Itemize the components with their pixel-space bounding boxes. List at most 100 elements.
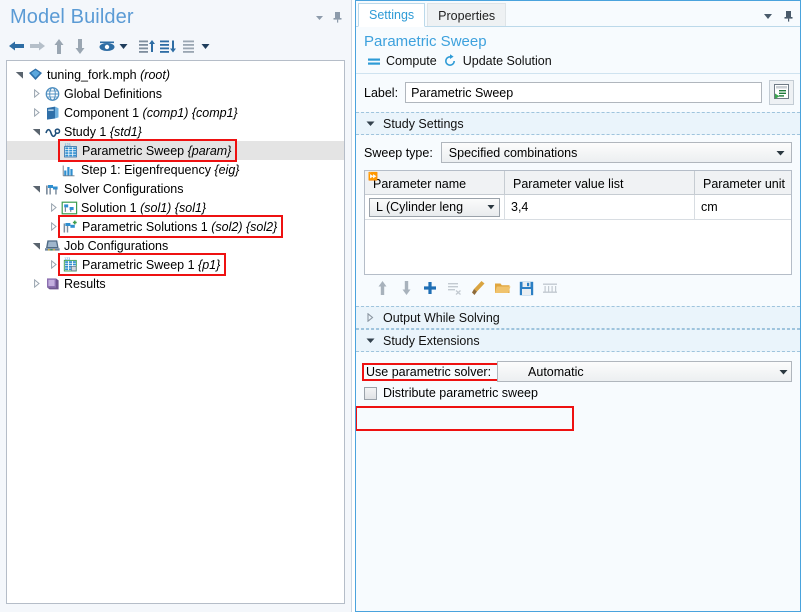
tab-properties[interactable]: Properties	[427, 3, 507, 27]
table-row[interactable]: L (Cylinder leng 3,4 cm	[365, 195, 791, 220]
chevron-right-icon[interactable]	[47, 198, 60, 217]
chevron-down-icon[interactable]	[30, 179, 43, 198]
expand-all-icon[interactable]	[157, 36, 178, 56]
chevron-right-icon[interactable]	[30, 274, 43, 293]
clear-table-icon[interactable]	[468, 279, 488, 297]
chevron-right-icon[interactable]	[30, 103, 43, 122]
section-header-study-settings[interactable]: Study Settings	[356, 112, 800, 135]
collapse-menu-icon[interactable]	[312, 10, 327, 25]
chevron-right-icon[interactable]	[47, 255, 60, 274]
tree-item-tag: (sol1) {sol1}	[136, 200, 207, 215]
description-icon	[773, 83, 790, 103]
label-input[interactable]: Parametric Sweep	[405, 82, 762, 103]
tree-item-content: Global Definitions	[43, 85, 162, 102]
tree-item-solution1[interactable]: Solution 1 (sol1) {sol1}	[7, 198, 344, 217]
tree-item-solverconf[interactable]: Solver Configurations	[7, 179, 344, 198]
tree-item-tag: (sol2) {sol2}	[207, 219, 278, 234]
cell-parameter-unit[interactable]: cm	[695, 195, 791, 219]
description-button[interactable]	[769, 80, 794, 105]
collapse-all-icon[interactable]	[136, 36, 157, 56]
save-to-file-icon[interactable]	[516, 279, 536, 297]
label-input-value: Parametric Sweep	[411, 85, 514, 100]
label-field-caption: Label:	[364, 85, 399, 100]
show-eye-icon[interactable]	[96, 36, 117, 56]
back-arrow-icon[interactable]	[6, 36, 27, 56]
model-tree-container[interactable]: tuning_fork.mph (root) Global Definitions…	[6, 60, 345, 604]
tree-item-content: Results	[43, 275, 106, 292]
tree-item-component1[interactable]: Component 1 (comp1) {comp1}	[7, 103, 344, 122]
tree-item-tag: (root)	[136, 67, 170, 82]
tree-item-paramsweep[interactable]: 123 Parametric Sweep {param}	[7, 139, 344, 162]
parametric-solver-red-highlight	[356, 406, 574, 431]
settings-body: Parametric Sweep Compute Update Solution…	[356, 27, 800, 611]
parameter-name-select[interactable]: L (Cylinder leng	[369, 197, 500, 217]
up-arrow-icon[interactable]	[48, 36, 69, 56]
parametric-solver-select[interactable]: Automatic	[497, 361, 792, 382]
range-icon[interactable]	[540, 279, 560, 297]
move-down-icon[interactable]	[396, 279, 416, 297]
column-header-parameter-value-list[interactable]: Parameter value list	[505, 171, 695, 194]
section-header-study-extensions[interactable]: Study Extensions	[356, 329, 800, 352]
node-list-icon[interactable]	[178, 36, 199, 56]
column-header-parameter-unit[interactable]: Parameter unit	[695, 171, 791, 194]
tab-settings[interactable]: Settings	[358, 3, 426, 27]
cell-parameter-name[interactable]: L (Cylinder leng	[365, 195, 505, 219]
tree-item-step1[interactable]: Step 1: Eigenfrequency {eig}	[7, 160, 344, 179]
tree-item-label: Parametric Solutions 1 (sol2) {sol2}	[82, 219, 278, 234]
compute-label: Compute	[386, 53, 437, 68]
distribute-sweep-row[interactable]: Distribute parametric sweep	[356, 382, 800, 400]
pin-icon[interactable]	[330, 10, 345, 25]
update-solution-label: Update Solution	[462, 53, 552, 68]
model-builder-panel: Model Builder tuning_fork.mph (root) Glo…	[0, 0, 352, 612]
sweep-type-select[interactable]: Specified combinations	[440, 142, 792, 163]
delete-row-icon[interactable]	[444, 279, 464, 297]
chevron-right-icon[interactable]	[30, 84, 43, 103]
tree-item-study1[interactable]: Study 1 {std1}	[7, 122, 344, 141]
compute-button[interactable]: Compute	[366, 53, 437, 68]
parameter-table-toolbar	[364, 275, 792, 300]
parametric-solver-highlight: Use parametric solver:	[361, 362, 500, 381]
settings-menu-caret-icon[interactable]	[760, 5, 776, 27]
tree-item-root[interactable]: tuning_fork.mph (root)	[7, 65, 344, 84]
chevron-down-icon[interactable]	[30, 236, 43, 255]
tree-item-paramsweep1[interactable]: 123 Parametric Sweep 1 {p1}	[7, 253, 344, 276]
section-title-output-while-solving: Output While Solving	[383, 310, 500, 325]
distribute-sweep-checkbox[interactable]	[364, 386, 377, 400]
tree-item-paramsol1[interactable]: Parametric Solutions 1 (sol2) {sol2}	[7, 215, 344, 238]
solver-configs-icon	[43, 180, 61, 197]
column-header-parameter-name[interactable]: ⏩ Parameter name	[365, 171, 505, 194]
chevron-down-icon[interactable]	[13, 65, 26, 84]
results-icon	[43, 275, 61, 292]
tree-item-label: Global Definitions	[64, 86, 162, 101]
settings-action-bar: Compute Update Solution	[356, 50, 800, 73]
parametric-sweep-icon: 123	[61, 142, 79, 159]
tree-item-content: Step 1: Eigenfrequency {eig}	[60, 161, 239, 178]
chevron-down-icon[interactable]	[30, 122, 43, 141]
tree-item-content: tuning_fork.mph (root)	[26, 66, 170, 83]
update-solution-button[interactable]: Update Solution	[443, 53, 552, 68]
study-icon	[43, 123, 61, 140]
parameter-table[interactable]: ⏩ Parameter name Parameter value list Pa…	[364, 170, 792, 275]
load-from-file-icon[interactable]	[492, 279, 512, 297]
show-dropdown-caret-icon[interactable]	[117, 36, 130, 56]
pin-icon[interactable]	[780, 5, 796, 27]
model-tree: tuning_fork.mph (root) Global Definitions…	[7, 61, 344, 293]
forward-arrow-icon	[27, 36, 48, 56]
cell-parameter-value-list[interactable]: 3,4	[505, 195, 695, 219]
table-empty-area[interactable]	[365, 220, 791, 274]
tree-item-jobconf[interactable]: Job Configurations	[7, 236, 344, 255]
tree-item-globaldefs[interactable]: Global Definitions	[7, 84, 344, 103]
tree-item-content: Solution 1 (sol1) {sol1}	[60, 199, 206, 216]
add-icon[interactable]	[420, 279, 440, 297]
refresh-icon	[443, 53, 458, 68]
move-up-icon[interactable]	[372, 279, 392, 297]
node-list-caret-icon[interactable]	[199, 36, 212, 56]
equals-icon	[366, 53, 381, 68]
down-arrow-icon[interactable]	[69, 36, 90, 56]
red-highlight-box: 123 Parametric Sweep 1 {p1}	[57, 253, 227, 276]
section-header-output-while-solving[interactable]: Output While Solving	[356, 306, 800, 329]
tree-item-results[interactable]: Results	[7, 274, 344, 293]
tree-item-label: Component 1 (comp1) {comp1}	[64, 105, 238, 120]
component-icon	[43, 104, 61, 121]
chevron-right-icon[interactable]	[47, 217, 60, 236]
